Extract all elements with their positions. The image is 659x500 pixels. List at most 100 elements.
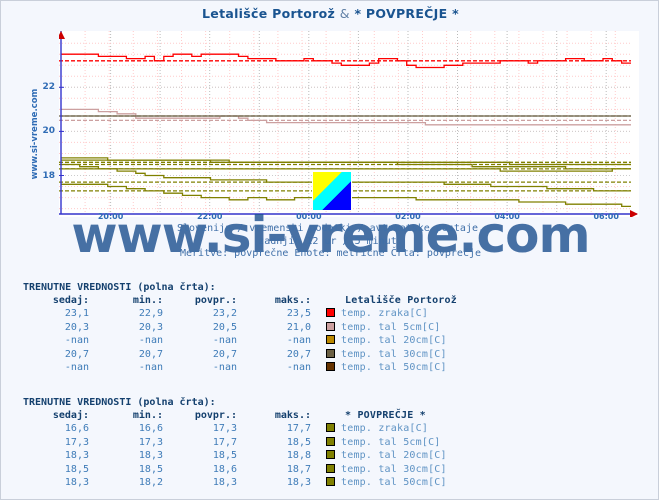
legend-row: 20,7 20,7 20,7 20,7 temp. tal 30cm[C] xyxy=(23,348,457,361)
legend-value-maks: -nan xyxy=(286,335,311,347)
legend-table-average: TRENUTNE VREDNOSTI (polna črta): sedaj: m… xyxy=(23,397,447,489)
legend-header-row: sedaj: min.: povpr.: maks.: Letališče Portor… xyxy=(23,294,457,307)
legend-color-swatch xyxy=(319,321,341,334)
legend-row: 16,6 16,6 17,3 17,7 temp. zraka[C] xyxy=(23,422,447,435)
legend-color-swatch xyxy=(319,334,341,347)
series-color-box xyxy=(325,477,335,487)
series-color-box xyxy=(325,450,335,460)
x-axis-tick-label: 04:00 xyxy=(494,212,520,221)
legend-series-label: temp. tal 50cm[C] xyxy=(341,362,447,374)
y-axis-tick-label: 18 xyxy=(42,170,55,181)
legend-color-swatch xyxy=(319,436,341,449)
legend-row: 17,3 17,3 17,7 18,5 temp. tal 5cm[C] xyxy=(23,436,447,449)
legend-color-swatch xyxy=(319,463,341,476)
legend-value-sedaj: 18,3 xyxy=(64,477,89,489)
legend-color-swatch xyxy=(319,422,341,435)
legend-value-povpr: 20,5 xyxy=(212,321,237,333)
legend-value-maks: 18,8 xyxy=(286,450,311,462)
legend-series-label: temp. tal 20cm[C] xyxy=(341,450,447,462)
x-axis-tick-label: 00:00 xyxy=(296,212,322,221)
legend-series-label: temp. zraka[C] xyxy=(341,308,429,320)
page-title: Letališče Portorož & * POVPREČJE * xyxy=(1,6,659,21)
series-color-box xyxy=(325,308,335,318)
x-axis-tick-label: 02:00 xyxy=(395,212,421,221)
legend-value-maks: -nan xyxy=(286,362,311,374)
legend-value-sedaj: 20,3 xyxy=(64,321,89,333)
subtitle-line-2: zadnjih 12 ur / 5 minut. xyxy=(258,235,403,247)
legend-series-label: temp. tal 30cm[C] xyxy=(341,348,447,360)
legend-series-label: temp. tal 50cm[C] xyxy=(341,477,447,489)
legend-column-header: min.: xyxy=(132,410,163,421)
y-axis-tick-label: 22 xyxy=(42,82,55,93)
slovenia-flag-marker xyxy=(312,171,352,211)
legend-column-header: sedaj: xyxy=(52,295,89,306)
legend-value-povpr: -nan xyxy=(212,362,237,374)
x-axis-tick-label: 06:00 xyxy=(593,212,619,221)
legend-color-swatch xyxy=(319,348,341,361)
legend-value-min: 18,2 xyxy=(138,477,163,489)
legend-color-swatch xyxy=(319,449,341,462)
legend-value-min: 20,7 xyxy=(138,348,163,360)
legend-column-header: povpr.: xyxy=(194,295,237,306)
legend-station-name: * POVPREČJE * xyxy=(345,410,426,421)
legend-row: 23,1 22,9 23,2 23,5 temp. zraka[C] xyxy=(23,307,457,320)
legend-heading: TRENUTNE VREDNOSTI (polna črta): xyxy=(23,397,216,408)
legend-value-maks: 21,0 xyxy=(286,321,311,333)
legend-color-swatch xyxy=(319,476,341,489)
legend-column-header: maks.: xyxy=(274,295,311,306)
legend-swatch-header xyxy=(319,294,341,307)
legend-table-station: TRENUTNE VREDNOSTI (polna črta): sedaj: m… xyxy=(23,282,457,374)
legend-series-label: temp. tal 5cm[C] xyxy=(341,436,441,448)
series-color-box xyxy=(325,362,335,372)
legend-value-sedaj: -nan xyxy=(64,335,89,347)
legend-values-table: sedaj: min.: povpr.: maks.: * POVPREČJE * 16,… xyxy=(23,409,447,489)
series-color-box xyxy=(325,321,335,331)
legend-value-povpr: 20,7 xyxy=(212,348,237,360)
legend-row: -nan -nan -nan -nan temp. tal 20cm[C] xyxy=(23,334,457,347)
legend-row: -nan -nan -nan -nan temp. tal 50cm[C] xyxy=(23,361,457,374)
legend-row: 20,3 20,3 20,5 21,0 temp. tal 5cm[C] xyxy=(23,321,457,334)
legend-value-min: 18,5 xyxy=(138,463,163,475)
legend-value-maks: 18,7 xyxy=(286,463,311,475)
series-color-box xyxy=(325,436,335,446)
legend-value-min: 22,9 xyxy=(138,308,163,320)
weather-chart-page: Letališče Portorož & * POVPREČJE * www.s… xyxy=(0,0,659,500)
legend-value-maks: 23,5 xyxy=(286,308,311,320)
legend-value-povpr: 17,3 xyxy=(212,423,237,435)
chart-subtitle: Slovenija / vremenski podatki / avtomats… xyxy=(1,223,659,261)
series-color-box xyxy=(325,335,335,345)
legend-row: 18,3 18,2 18,3 18,3 temp. tal 50cm[C] xyxy=(23,476,447,489)
subtitle-line-1: Slovenija / vremenski podatki / avtomats… xyxy=(176,223,485,234)
legend-swatch-header xyxy=(319,409,341,422)
legend-value-povpr: 18,5 xyxy=(212,450,237,462)
legend-value-min: -nan xyxy=(138,362,163,374)
legend-column-header: povpr.: xyxy=(194,410,237,421)
legend-value-maks: 18,5 xyxy=(286,436,311,448)
legend-value-sedaj: 18,3 xyxy=(64,450,89,462)
legend-value-povpr: 18,3 xyxy=(212,477,237,489)
title-station: Letališče Portorož xyxy=(202,6,336,21)
series-color-box xyxy=(325,348,335,358)
legend-value-min: 18,3 xyxy=(138,450,163,462)
legend-value-min: 20,3 xyxy=(138,321,163,333)
legend-value-sedaj: -nan xyxy=(64,362,89,374)
legend-value-sedaj: 20,7 xyxy=(64,348,89,360)
legend-column-header: min.: xyxy=(132,295,163,306)
x-axis-tick-label: 20:00 xyxy=(97,212,124,221)
legend-row: 18,5 18,5 18,6 18,7 temp. tal 30cm[C] xyxy=(23,463,447,476)
legend-station-name: Letališče Portorož xyxy=(345,295,457,306)
legend-column-header: sedaj: xyxy=(52,410,89,421)
legend-series-label: temp. tal 30cm[C] xyxy=(341,463,447,475)
legend-column-header: maks.: xyxy=(274,410,311,421)
x-axis-tick-label: 22:00 xyxy=(196,212,223,221)
legend-color-swatch xyxy=(319,307,341,320)
legend-value-maks: 18,3 xyxy=(286,477,311,489)
legend-value-maks: 20,7 xyxy=(286,348,311,360)
legend-series-label: temp. zraka[C] xyxy=(341,423,429,435)
legend-heading: TRENUTNE VREDNOSTI (polna črta): xyxy=(23,282,216,293)
legend-value-min: -nan xyxy=(138,335,163,347)
legend-series-label: temp. tal 5cm[C] xyxy=(341,321,441,333)
series-color-box xyxy=(325,423,335,433)
legend-value-povpr: 18,6 xyxy=(212,463,237,475)
legend-color-swatch xyxy=(319,361,341,374)
